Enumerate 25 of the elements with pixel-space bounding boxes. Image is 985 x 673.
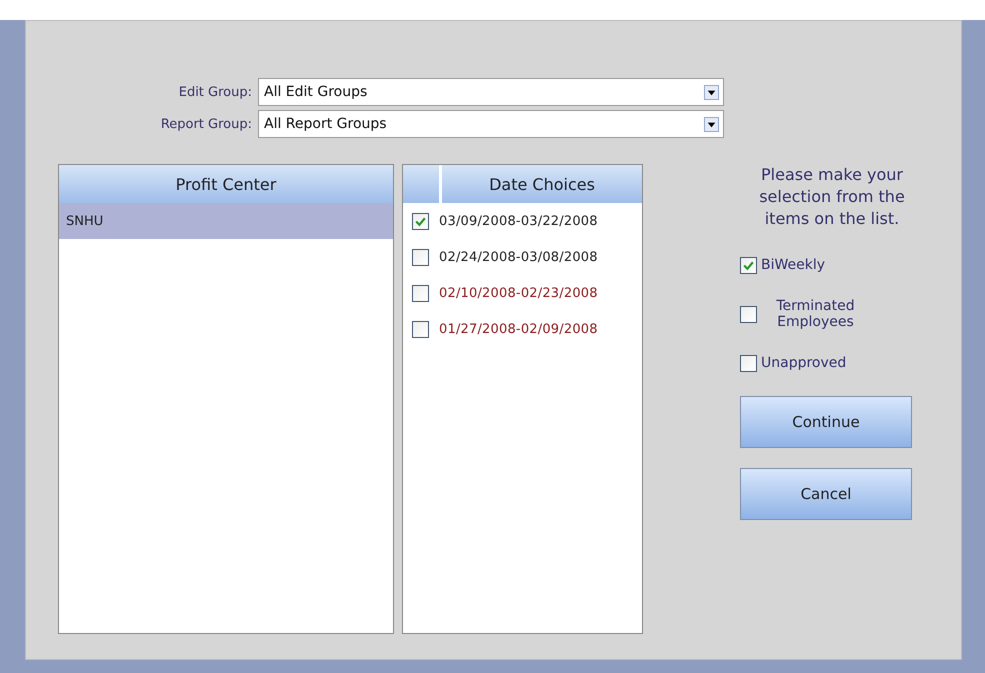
option-label: Unapproved: [761, 355, 846, 371]
list-item[interactable]: SNHU: [59, 203, 393, 239]
column-header: Date Choices: [442, 165, 642, 203]
cancel-button[interactable]: Cancel: [740, 468, 912, 520]
checkbox[interactable]: [740, 306, 757, 322]
date-range: 01/27/2008-02/09/2008: [439, 322, 598, 336]
column-header: Profit Center: [59, 165, 393, 203]
edit-group-dropdown[interactable]: All Edit Groups: [258, 78, 724, 106]
checkbox[interactable]: [412, 212, 429, 230]
date-range: 02/24/2008-03/08/2008: [439, 250, 598, 264]
instruction-text: Please make your selection from the items on the list.: [758, 164, 906, 230]
checkbox[interactable]: [412, 248, 429, 266]
field-label: Report Group:: [160, 116, 253, 132]
checkbox[interactable]: [740, 256, 757, 274]
checkbox[interactable]: [412, 284, 429, 302]
option-label: BiWeekly: [761, 257, 826, 273]
field-label: Edit Group:: [178, 84, 253, 100]
header-cell: [403, 165, 439, 203]
date-range: 02/10/2008-02/23/2008: [439, 286, 598, 300]
date-range: 03/09/2008-03/22/2008: [439, 214, 598, 228]
checkbox[interactable]: [412, 320, 429, 338]
report-group-dropdown[interactable]: All Report Groups: [258, 110, 724, 138]
checkbox[interactable]: [740, 354, 757, 372]
option-label: Terminated Employees: [775, 298, 856, 330]
continue-button[interactable]: Continue: [740, 396, 912, 448]
